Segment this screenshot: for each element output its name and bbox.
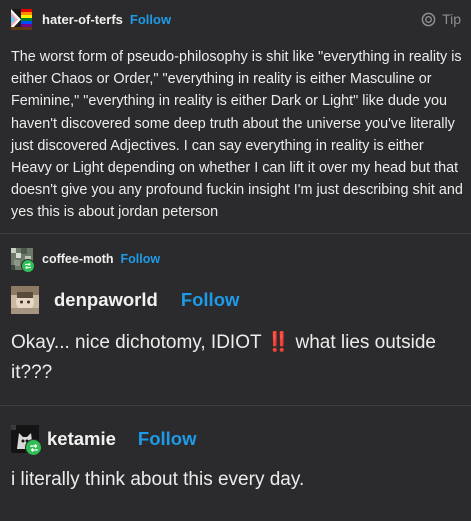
reply1-text-before: Okay... nice dichotomy, IDIOT [11, 332, 262, 353]
reply2-follow-button[interactable]: Follow [138, 428, 197, 450]
post: hater-of-terfs Follow Tip The worst form… [0, 0, 471, 521]
op-username[interactable]: hater-of-terfs [42, 12, 123, 27]
reply1-text: Okay... nice dichotomy, IDIOT ‼️ what li… [11, 328, 451, 388]
reply1-username[interactable]: denpaworld [54, 289, 158, 311]
reply1-header: denpaworld Follow [11, 285, 239, 315]
op-follow-button[interactable]: Follow [130, 12, 171, 27]
tip-icon [421, 12, 436, 26]
reblog-badge [21, 259, 35, 273]
op-avatar[interactable] [11, 8, 32, 30]
reblog-follow-button[interactable]: Follow [121, 252, 161, 266]
double-exclamation-emoji: ‼️ [266, 332, 291, 353]
reply2-header: ketamie Follow [11, 424, 197, 456]
reply1-avatar[interactable] [11, 286, 39, 314]
reblog-username[interactable]: coffee-moth [42, 252, 114, 266]
op-header: hater-of-terfs Follow [11, 8, 171, 30]
reblog-header: coffee-moth Follow [11, 247, 161, 273]
reblog-icon [29, 443, 38, 452]
tip-button[interactable]: Tip [421, 11, 461, 27]
reply2-reblog-badge [25, 439, 42, 456]
tip-label: Tip [442, 11, 461, 27]
reply2-avatar[interactable] [11, 425, 42, 456]
divider [0, 233, 471, 234]
op-text: The worst form of pseudo-philosophy is s… [11, 49, 463, 221]
reblog-icon [25, 262, 31, 270]
divider [0, 405, 471, 406]
reblog-avatar[interactable] [11, 248, 35, 273]
reply2-username[interactable]: ketamie [47, 428, 116, 450]
reply1-follow-button[interactable]: Follow [181, 289, 240, 311]
reply2-text: i literally think about this every day. [11, 469, 305, 490]
